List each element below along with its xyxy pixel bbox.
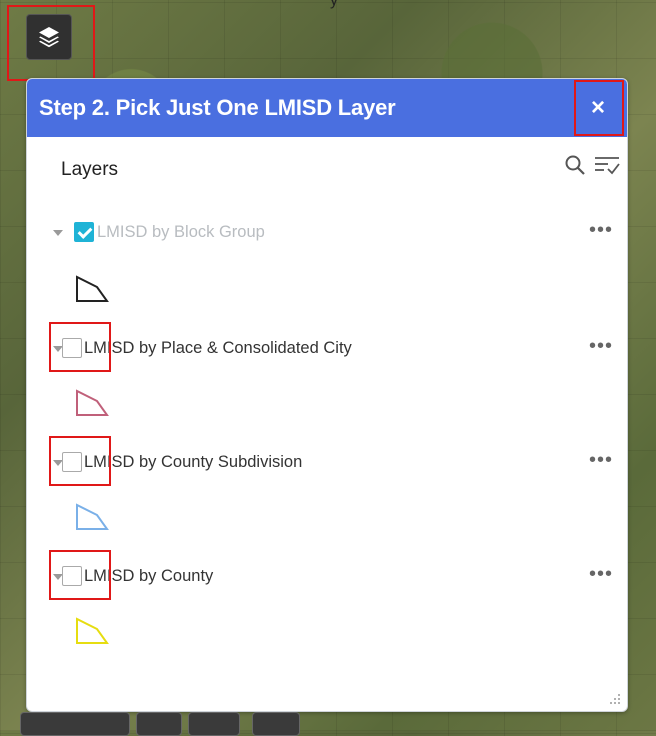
map-control-button[interactable] — [188, 712, 240, 736]
more-options-icon[interactable]: ••• — [589, 449, 613, 472]
polygon-swatch-icon — [76, 617, 109, 644]
layer-checkbox[interactable] — [62, 452, 82, 472]
panel-header: Step 2. Pick Just One LMISD Layer × — [27, 79, 627, 137]
layers-toggle-button[interactable] — [26, 14, 72, 60]
layer-checkbox[interactable] — [62, 338, 82, 358]
close-icon: × — [590, 94, 605, 121]
resize-handle-icon[interactable] — [609, 693, 621, 705]
map-label-fragment: y — [330, 0, 338, 9]
polygon-swatch-icon — [76, 389, 109, 416]
search-icon[interactable] — [563, 153, 587, 177]
polygon-swatch-icon — [76, 275, 109, 302]
map-control-button[interactable] — [20, 712, 130, 736]
layer-row-block-group[interactable]: LMISD by Block Group ••• — [27, 215, 627, 255]
layers-stack-icon — [39, 27, 59, 48]
layer-label: LMISD by Block Group — [97, 223, 265, 241]
layer-row-county-subdivision[interactable]: LMISD by County Subdivision ••• — [27, 445, 627, 485]
map-control-button[interactable] — [136, 712, 182, 736]
layer-list-panel: Step 2. Pick Just One LMISD Layer × Laye… — [26, 78, 628, 712]
map-control-button[interactable] — [252, 712, 300, 736]
layer-row-place[interactable]: LMISD by Place & Consolidated City ••• — [27, 331, 627, 371]
layer-checkbox[interactable] — [74, 222, 94, 242]
layer-checkbox[interactable] — [62, 566, 82, 586]
layer-row-county[interactable]: LMISD by County ••• — [27, 559, 627, 599]
layer-tools — [563, 153, 621, 177]
expand-caret-icon[interactable] — [53, 230, 63, 236]
polygon-swatch-icon — [76, 503, 109, 530]
more-options-icon[interactable]: ••• — [589, 563, 613, 586]
filter-list-icon[interactable] — [593, 153, 621, 177]
layers-heading: Layers — [61, 159, 119, 180]
layer-label: LMISD by County Subdivision — [84, 453, 303, 471]
more-options-icon[interactable]: ••• — [589, 219, 613, 242]
close-button[interactable]: × — [575, 79, 621, 137]
layer-label: LMISD by County — [84, 567, 214, 585]
panel-title: Step 2. Pick Just One LMISD Layer — [39, 95, 396, 120]
more-options-icon[interactable]: ••• — [589, 335, 613, 358]
layer-label: LMISD by Place & Consolidated City — [84, 339, 352, 357]
